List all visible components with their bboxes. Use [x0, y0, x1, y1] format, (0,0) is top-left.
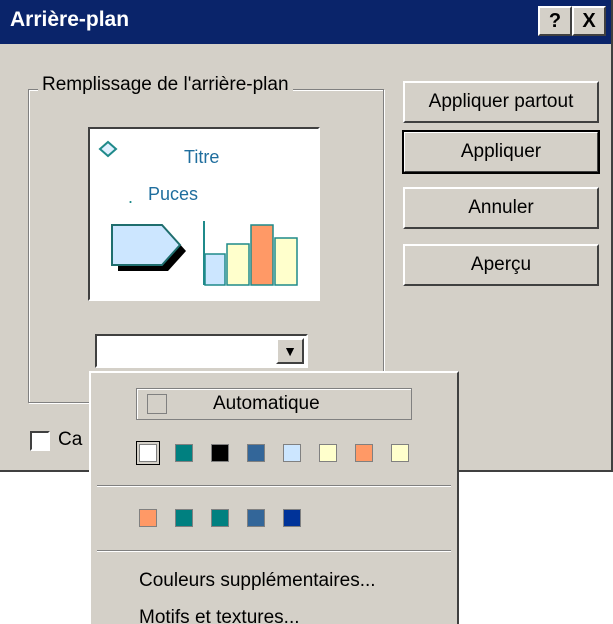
color-swatch[interactable]: [136, 441, 160, 465]
menu-separator: [97, 485, 451, 487]
color-swatch[interactable]: [391, 444, 409, 462]
preview-bullet-marker: .: [128, 187, 134, 207]
automatic-label: Automatique: [213, 393, 320, 414]
slide-preview: Titre . Puces: [88, 127, 320, 301]
color-swatch[interactable]: [283, 509, 301, 527]
preview-button[interactable]: Aperçu: [403, 244, 599, 286]
color-dropdown-menu: Automatique Couleurs supplémentaires... …: [89, 371, 459, 624]
color-swatch[interactable]: [355, 444, 373, 462]
color-swatch[interactable]: [139, 509, 157, 527]
color-swatch[interactable]: [283, 444, 301, 462]
fill-color-combo[interactable]: ▼: [95, 334, 308, 368]
hide-graphics-checkbox[interactable]: [30, 431, 50, 451]
fill-group-label: Remplissage de l'arrière-plan: [38, 74, 293, 96]
color-swatch[interactable]: [175, 509, 193, 527]
dialog-title: Arrière-plan: [10, 8, 130, 31]
cancel-button[interactable]: Annuler: [403, 187, 599, 229]
preview-bullets: Puces: [148, 184, 199, 204]
title-bar: Arrière-plan ? X: [0, 0, 611, 44]
color-swatch[interactable]: [175, 444, 193, 462]
bar-3: [250, 224, 274, 286]
patterns-textures-item[interactable]: Motifs et textures...: [139, 607, 300, 624]
bar-1: [204, 253, 226, 286]
chevron-down-icon[interactable]: ▼: [276, 338, 304, 364]
automatic-swatch: [147, 394, 167, 414]
color-swatch[interactable]: [247, 444, 265, 462]
color-swatch[interactable]: [319, 444, 337, 462]
preview-title: Titre: [184, 147, 220, 167]
apply-button[interactable]: Appliquer: [402, 130, 600, 174]
hide-graphics-label: Ca: [58, 429, 83, 450]
bar-4: [274, 237, 298, 286]
automatic-color-option[interactable]: Automatique: [136, 388, 412, 420]
color-swatch[interactable]: [211, 509, 229, 527]
menu-separator: [97, 550, 451, 552]
more-colors-item[interactable]: Couleurs supplémentaires...: [139, 570, 376, 592]
diamond-shape: [98, 140, 118, 158]
help-button[interactable]: ?: [538, 6, 572, 36]
color-swatch[interactable]: [247, 509, 265, 527]
bar-2: [226, 243, 250, 286]
apply-all-button[interactable]: Appliquer partout: [403, 81, 599, 123]
close-button[interactable]: X: [572, 6, 606, 36]
color-swatch[interactable]: [211, 444, 229, 462]
